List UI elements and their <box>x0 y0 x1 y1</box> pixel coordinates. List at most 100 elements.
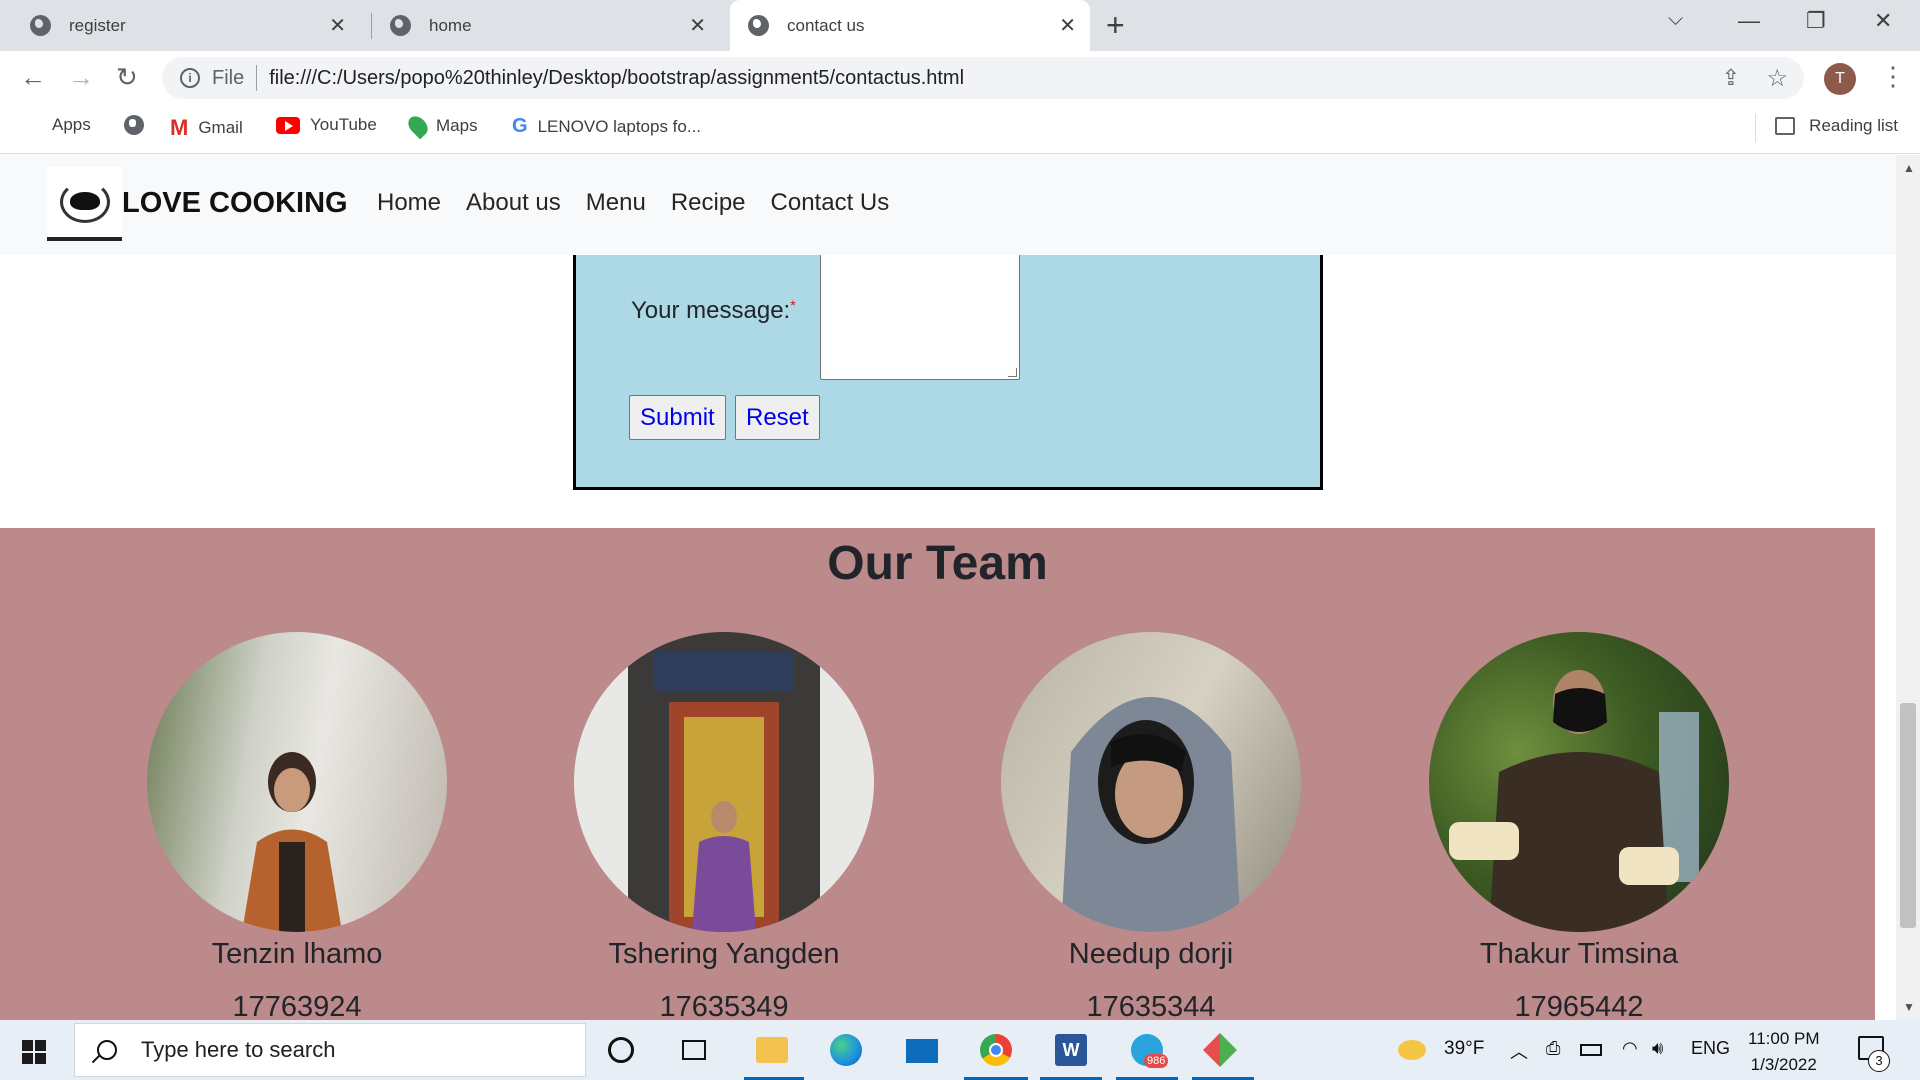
member-photo <box>147 632 447 932</box>
member-phone: 17635349 <box>659 991 789 1020</box>
url-text[interactable]: file:///C:/Users/popo%20thinley/Desktop/… <box>269 67 964 90</box>
team-heading: Our Team <box>827 537 1048 590</box>
tab-contact-us[interactable]: contact us ✕ <box>730 0 1090 51</box>
reading-list-button[interactable]: Reading list <box>1775 116 1898 136</box>
site-menu: Home About us Menu Recipe Contact Us <box>377 189 889 217</box>
address-bar[interactable]: i File file:///C:/Users/popo%20thinley/D… <box>162 57 1804 99</box>
team-member: Thakur Timsina 17965442 <box>1429 632 1729 1020</box>
apps-grid-icon <box>22 115 42 135</box>
globe-icon <box>30 15 51 36</box>
bookmarks-divider <box>1755 114 1756 142</box>
bookmark-label: LENOVO laptops fo... <box>537 116 702 136</box>
close-icon[interactable]: ✕ <box>689 13 706 38</box>
restore-button[interactable]: ❐ <box>1806 8 1826 34</box>
bookmark-label: Maps <box>436 116 478 135</box>
tab-title: register <box>69 15 126 35</box>
word-icon[interactable]: W <box>1055 1034 1087 1066</box>
youtube-icon <box>276 116 300 134</box>
nav-contact-us[interactable]: Contact Us <box>771 189 890 217</box>
scrollbar-thumb[interactable] <box>1900 703 1916 928</box>
bookmark-label: Apps <box>52 115 91 134</box>
window-close-button[interactable]: ✕ <box>1874 8 1892 34</box>
globe-icon <box>124 115 144 135</box>
search-placeholder: Type here to search <box>141 1037 336 1062</box>
member-name: Thakur Timsina <box>1479 938 1679 970</box>
page-scrollbar[interactable]: ▲ ▼ <box>1896 155 1920 1020</box>
tab-home[interactable]: home ✕ <box>390 0 720 51</box>
brand-name[interactable]: LOVE COOKING <box>122 187 348 220</box>
nav-home[interactable]: Home <box>377 189 441 217</box>
tab-title: contact us <box>787 15 865 35</box>
close-icon[interactable]: ✕ <box>1059 13 1076 38</box>
team-member: Needup dorji 17635344 <box>1001 632 1301 1020</box>
search-icon <box>97 1040 117 1060</box>
person-figure <box>242 752 342 932</box>
globe-icon <box>390 15 411 36</box>
nav-recipe[interactable]: Recipe <box>671 189 746 217</box>
cortana-icon[interactable] <box>608 1037 634 1063</box>
tab-search-icon[interactable]: ⌵ <box>1668 8 1683 31</box>
new-tab-button[interactable]: + <box>1106 8 1125 42</box>
file-explorer-icon[interactable] <box>756 1037 788 1063</box>
info-icon[interactable]: i <box>180 68 200 88</box>
wifi-icon[interactable]: ◠ <box>1622 1038 1638 1059</box>
task-view-icon[interactable] <box>682 1040 706 1060</box>
bookmark-gmail[interactable]: M Gmail <box>170 115 243 141</box>
team-member: Tenzin lhamo 17763924 <box>147 632 447 1020</box>
person-figure <box>654 652 794 932</box>
scroll-up-arrow-icon[interactable]: ▲ <box>1903 161 1915 175</box>
close-icon[interactable]: ✕ <box>329 13 346 38</box>
app-diamond-icon[interactable] <box>1203 1033 1237 1067</box>
bookmark-apps[interactable]: Apps <box>22 115 91 135</box>
weather-temp[interactable]: 39°F <box>1444 1038 1484 1060</box>
mail-icon[interactable] <box>906 1039 938 1063</box>
reset-button[interactable]: Reset <box>735 395 820 440</box>
contact-form: Your message:* Submit Reset <box>573 250 1323 490</box>
forward-arrow-icon[interactable]: → <box>68 63 94 91</box>
chevron-up-icon[interactable]: ︿ <box>1510 1038 1528 1064</box>
gmail-icon: M <box>170 115 189 140</box>
back-arrow-icon[interactable]: ← <box>20 63 46 91</box>
member-phone: 17635344 <box>1086 991 1216 1020</box>
clock-date: 1/3/2022 <box>1750 1055 1817 1074</box>
edge-icon[interactable] <box>830 1034 862 1066</box>
windows-start-icon[interactable] <box>22 1040 46 1064</box>
minimize-button[interactable]: — <box>1738 8 1760 34</box>
profile-avatar[interactable]: T <box>1824 63 1856 95</box>
clock[interactable]: 11:00 PM 1/3/2022 <box>1748 1026 1820 1078</box>
site-logo[interactable] <box>47 167 122 241</box>
bookmark-globe[interactable] <box>124 115 154 135</box>
battery-icon[interactable] <box>1580 1044 1602 1056</box>
tab-strip: register ✕ home ✕ contact us ✕ + ⌵ — ❐ ✕ <box>0 0 1920 51</box>
tab-register[interactable]: register ✕ <box>30 0 360 51</box>
clock-time: 11:00 PM <box>1748 1029 1820 1048</box>
person-figure <box>1061 697 1241 932</box>
chrome-icon[interactable] <box>980 1034 1012 1066</box>
scheme-label: File <box>212 66 245 89</box>
bookmark-star-icon[interactable]: ☆ <box>1766 64 1788 93</box>
device-icon[interactable]: ⎙ <box>1546 1038 1560 1059</box>
language-indicator[interactable]: ENG <box>1691 1038 1730 1059</box>
share-icon[interactable]: ⇪ <box>1722 65 1740 91</box>
bookmark-youtube[interactable]: YouTube <box>276 115 377 135</box>
reload-icon[interactable]: ↻ <box>116 63 138 91</box>
message-textarea[interactable] <box>820 250 1020 380</box>
message-label-text: Your message: <box>631 297 791 324</box>
reading-list-label: Reading list <box>1809 116 1898 135</box>
bookmark-lenovo[interactable]: G LENOVO laptops fo... <box>512 115 701 138</box>
taskbar-search-box[interactable]: Type here to search <box>74 1023 586 1077</box>
weather-icon[interactable] <box>1398 1040 1426 1060</box>
bookmark-maps[interactable]: Maps <box>404 112 478 140</box>
page-viewport: Your message:* Submit Reset LOVE COOKING… <box>0 155 1896 1020</box>
nav-about-us[interactable]: About us <box>466 189 561 217</box>
nav-menu[interactable]: Menu <box>586 189 646 217</box>
person-figure <box>1449 670 1699 932</box>
submit-button[interactable]: Submit <box>629 395 726 440</box>
tab-divider <box>371 13 372 39</box>
member-photo <box>574 632 874 932</box>
scroll-down-arrow-icon[interactable]: ▼ <box>1903 1000 1915 1014</box>
speaker-icon[interactable]: 🔊︎ <box>1652 1038 1663 1059</box>
member-name: Tshering Yangden <box>608 938 840 970</box>
bookmarks-bar: Apps M Gmail YouTube Maps G LENOVO lapto… <box>0 104 1920 154</box>
browser-menu-icon[interactable]: ⋮ <box>1880 61 1906 92</box>
